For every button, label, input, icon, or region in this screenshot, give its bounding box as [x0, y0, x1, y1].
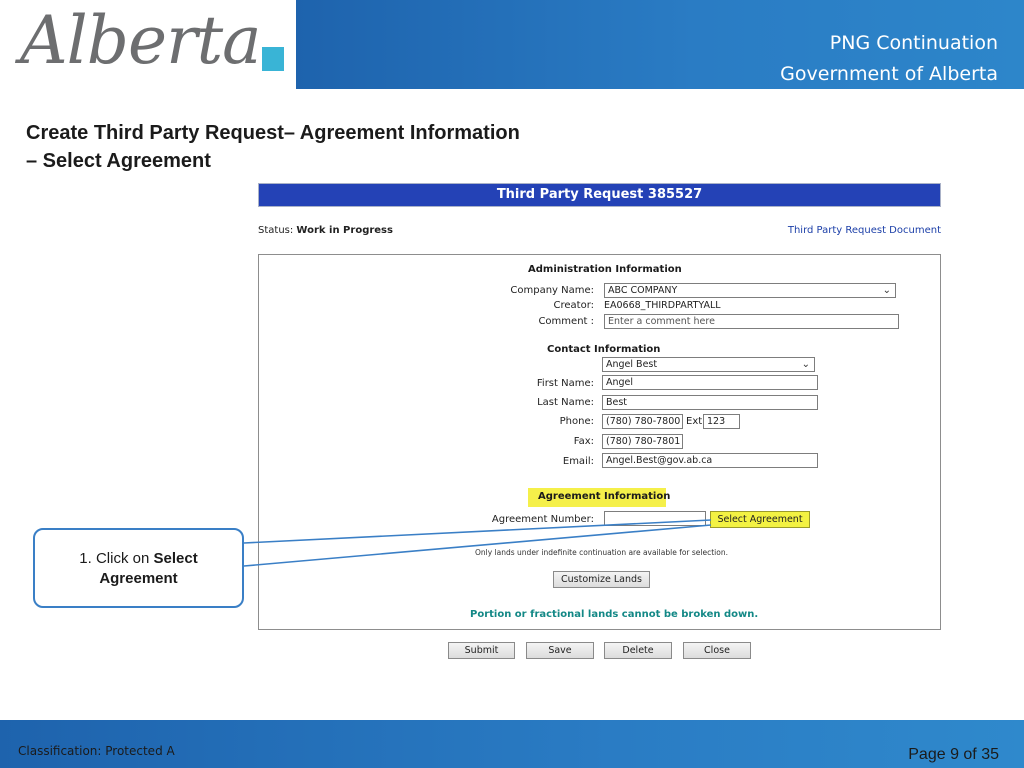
ext-input[interactable]: 123 — [703, 414, 740, 429]
close-button[interactable]: Close — [683, 642, 751, 659]
contact-select-value: Angel Best — [606, 359, 658, 370]
last-name-input[interactable]: Best — [602, 395, 818, 410]
phone-input[interactable]: (780) 780-7800 — [602, 414, 683, 429]
company-select-value: ABC COMPANY — [608, 285, 678, 296]
admin-heading: Administration Information — [528, 264, 682, 275]
company-select[interactable]: ABC COMPANY ⌄ — [604, 283, 896, 298]
header-text: PNG Continuation Government of Alberta — [780, 28, 998, 90]
status-text: Status: Work in Progress — [258, 225, 393, 236]
callout-prefix: 1. Click on — [79, 550, 154, 567]
callout-bold2: Agreement — [99, 570, 178, 587]
first-name-input[interactable]: Angel — [602, 375, 818, 390]
chevron-down-icon: ⌄ — [882, 285, 891, 296]
phone-label: Phone: — [559, 416, 594, 427]
ext-label: Ext — [686, 416, 703, 427]
email-input[interactable]: Angel.Best@gov.ab.ca — [602, 453, 818, 468]
callout-bold1: Select — [153, 550, 198, 567]
header-logo-area: Alberta — [0, 0, 296, 89]
last-name-label: Last Name: — [537, 397, 594, 408]
lands-note: Only lands under indefinite continuation… — [475, 548, 728, 557]
page-number: Page 9 of 35 — [908, 746, 999, 763]
agreement-number-input[interactable] — [604, 511, 706, 526]
contact-heading: Contact Information — [547, 344, 661, 355]
header-line2: Government of Alberta — [780, 63, 998, 85]
slide-title-line1: Create Third Party Request– Agreement In… — [26, 122, 520, 144]
form-title-bar: Third Party Request 385527 — [258, 183, 941, 207]
instruction-callout: 1. Click on Select Agreement — [33, 528, 244, 608]
fax-label: Fax: — [573, 436, 594, 447]
fax-input[interactable]: (780) 780-7801 — [602, 434, 683, 449]
status-label: Status: — [258, 225, 294, 236]
submit-button[interactable]: Submit — [448, 642, 515, 659]
agreement-heading: Agreement Information — [538, 491, 671, 502]
email-label: Email: — [562, 456, 594, 467]
comment-label: Comment : — [538, 316, 594, 327]
classification-text: Classification: Protected A — [18, 744, 175, 758]
company-label: Company Name: — [510, 285, 594, 296]
slide-title-line2: – Select Agreement — [26, 150, 211, 172]
document-link[interactable]: Third Party Request Document — [788, 225, 941, 236]
creator-label: Creator: — [553, 300, 595, 311]
delete-button[interactable]: Delete — [604, 642, 672, 659]
logo-square-icon — [262, 47, 284, 71]
select-agreement-button[interactable]: Select Agreement — [710, 511, 810, 528]
save-button[interactable]: Save — [526, 642, 594, 659]
customize-lands-button[interactable]: Customize Lands — [553, 571, 650, 588]
contact-select[interactable]: Angel Best ⌄ — [602, 357, 815, 372]
header-line1: PNG Continuation — [829, 32, 998, 54]
alberta-logo: Alberta — [20, 2, 261, 79]
chevron-down-icon: ⌄ — [801, 359, 810, 370]
status-value: Work in Progress — [296, 225, 393, 236]
comment-input[interactable]: Enter a comment here — [604, 314, 899, 329]
creator-value: EA0668_THIRDPARTYALL — [604, 300, 721, 311]
slide-title: Create Third Party Request– Agreement In… — [26, 119, 520, 175]
portion-note: Portion or fractional lands cannot be br… — [470, 609, 759, 620]
agreement-number-label: Agreement Number: — [491, 514, 594, 525]
first-name-label: First Name: — [536, 378, 594, 389]
